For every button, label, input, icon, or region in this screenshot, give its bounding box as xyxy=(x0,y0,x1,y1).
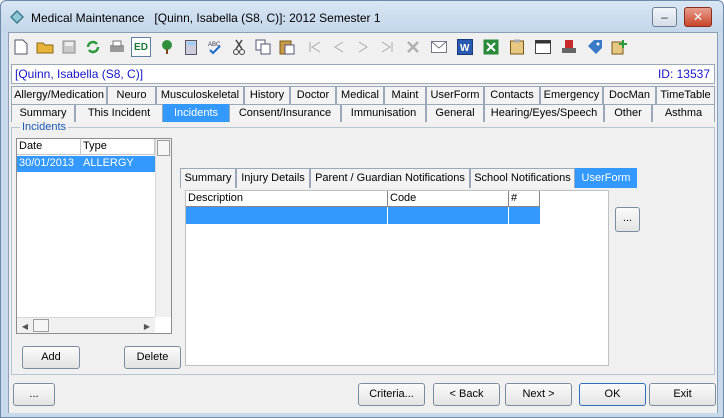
paste-icon[interactable] xyxy=(277,37,297,57)
table-row-date[interactable]: 30/01/2013 xyxy=(17,156,81,172)
list-horizontal-scroll-thumb[interactable] xyxy=(33,319,49,332)
cut-icon[interactable] xyxy=(229,37,249,57)
criteria-button[interactable]: Criteria... xyxy=(358,383,425,406)
tab-userform[interactable]: UserForm xyxy=(426,86,484,104)
subtab-parent-guardian-notifications[interactable]: Parent / Guardian Notifications xyxy=(310,168,470,188)
incident-sub-tabs: Summary Injury Details Parent / Guardian… xyxy=(180,168,718,188)
delete-icon[interactable] xyxy=(403,37,423,57)
save-icon[interactable] xyxy=(59,37,79,57)
tab-doctor[interactable]: Doctor xyxy=(290,86,336,104)
ok-button[interactable]: OK xyxy=(579,383,646,406)
minimize-icon: ‒ xyxy=(661,10,668,24)
excel-icon[interactable] xyxy=(481,37,501,57)
close-icon: ✕ xyxy=(692,10,704,24)
stamp-icon[interactable] xyxy=(559,37,579,57)
app-diamond-icon xyxy=(10,10,24,24)
tab-summary[interactable]: Summary xyxy=(11,104,75,122)
column-header-type[interactable]: Type xyxy=(81,139,155,155)
open-icon[interactable] xyxy=(35,37,55,57)
previous-record-icon[interactable] xyxy=(329,37,349,57)
list-horizontal-scrollbar[interactable]: ◀ ▶ xyxy=(17,317,155,333)
column-header-description[interactable]: Description xyxy=(186,191,388,207)
next-record-icon[interactable] xyxy=(353,37,373,57)
medical-maintenance-window: Medical Maintenance [Quinn, Isabella (S8… xyxy=(0,0,724,418)
column-header-code[interactable]: Code xyxy=(388,191,509,207)
incidents-group-label: Incidents xyxy=(20,121,69,133)
svg-text:W: W xyxy=(460,43,470,54)
window-title: Medical Maintenance [Quinn, Isabella (S8… xyxy=(31,11,381,25)
userform-grid[interactable]: Description Code # xyxy=(185,190,609,366)
close-button[interactable]: ✕ xyxy=(684,7,712,27)
title-bar[interactable]: Medical Maintenance [Quinn, Isabella (S8… xyxy=(1,1,723,32)
tab-timetable[interactable]: TimeTable xyxy=(656,86,715,104)
patient-name: [Quinn, Isabella (S8, C)] xyxy=(15,67,144,81)
print-icon[interactable] xyxy=(107,37,127,57)
scroll-left-icon[interactable]: ◀ xyxy=(18,319,32,333)
clipboard-icon[interactable] xyxy=(507,37,527,57)
tab-medical[interactable]: Medical xyxy=(336,86,384,104)
list-vertical-scrollbar[interactable] xyxy=(155,139,171,317)
tab-asthma[interactable]: Asthma xyxy=(652,104,715,122)
subtab-injury-details[interactable]: Injury Details xyxy=(236,168,310,188)
tab-contacts[interactable]: Contacts xyxy=(484,86,540,104)
tab-other[interactable]: Other xyxy=(604,104,652,122)
table-row-description[interactable] xyxy=(186,207,388,224)
exit-button[interactable]: Exit xyxy=(649,383,716,406)
add-note-icon[interactable] xyxy=(609,37,629,57)
tab-emergency[interactable]: Emergency xyxy=(540,86,603,104)
tab-maint[interactable]: Maint xyxy=(384,86,426,104)
tag-icon[interactable] xyxy=(585,37,605,57)
tab-consent-insurance[interactable]: Consent/Insurance xyxy=(229,104,341,122)
tab-hearing-eyes-speech[interactable]: Hearing/Eyes/Speech xyxy=(484,104,604,122)
new-icon[interactable] xyxy=(11,37,31,57)
table-row-number[interactable] xyxy=(509,207,540,224)
tree-icon[interactable] xyxy=(157,37,177,57)
tab-allergy-medication[interactable]: Allergy/Medication xyxy=(11,86,107,104)
bottom-button-bar: ... Criteria... < Back Next > OK Exit xyxy=(9,377,717,413)
column-header-date[interactable]: Date xyxy=(17,139,81,155)
copy-icon[interactable] xyxy=(253,37,273,57)
tab-this-incident[interactable]: This Incident xyxy=(75,104,163,122)
add-incident-button[interactable]: Add xyxy=(22,346,80,369)
list-vertical-scroll-thumb[interactable] xyxy=(157,140,170,156)
toolbar: ED ABC W xyxy=(9,33,717,61)
word-icon[interactable]: W xyxy=(455,37,475,57)
tab-docman[interactable]: DocMan xyxy=(603,86,656,104)
email-icon[interactable] xyxy=(429,37,449,57)
patient-id: ID: 13537 xyxy=(657,67,710,81)
calendar-icon[interactable] xyxy=(533,37,553,57)
table-row-code[interactable] xyxy=(388,207,509,224)
table-row-type[interactable]: ALLERGY xyxy=(81,156,155,172)
tab-incidents[interactable]: Incidents xyxy=(163,104,229,122)
userform-more-button[interactable]: ... xyxy=(615,207,640,232)
ed-label: ED xyxy=(134,41,148,53)
tab-general[interactable]: General xyxy=(426,104,484,122)
subtab-summary[interactable]: Summary xyxy=(180,168,236,188)
delete-incident-button[interactable]: Delete xyxy=(124,346,181,369)
incidents-list[interactable]: Date Type 30/01/2013 ALLERGY ◀ ▶ xyxy=(16,138,172,334)
client-area: ED ABC W [Quinn, Isabella (S8, C)] ID: 1… xyxy=(8,32,718,413)
last-record-icon[interactable] xyxy=(377,37,397,57)
more-options-button[interactable]: ... xyxy=(13,383,55,406)
tab-musculoskeletal[interactable]: Musculoskeletal xyxy=(156,86,244,104)
incidents-group: Incidents Date Type 30/01/2013 ALLERGY ◀… xyxy=(11,121,718,375)
patient-bar: [Quinn, Isabella (S8, C)] ID: 13537 xyxy=(11,64,715,84)
back-button[interactable]: < Back xyxy=(433,383,500,406)
tab-immunisation[interactable]: Immunisation xyxy=(341,104,426,122)
spellcheck-icon[interactable]: ABC xyxy=(205,37,225,57)
tab-history[interactable]: History xyxy=(244,86,290,104)
calculator-icon[interactable] xyxy=(181,37,201,57)
scroll-right-icon[interactable]: ▶ xyxy=(140,319,154,333)
ed-icon[interactable]: ED xyxy=(131,37,151,57)
column-header-number[interactable]: # xyxy=(509,191,540,207)
subtab-userform[interactable]: UserForm xyxy=(575,168,637,188)
tab-neuro[interactable]: Neuro xyxy=(107,86,156,104)
refresh-icon[interactable] xyxy=(83,37,103,57)
first-record-icon[interactable] xyxy=(305,37,325,57)
next-button[interactable]: Next > xyxy=(505,383,572,406)
subtab-school-notifications[interactable]: School Notifications xyxy=(470,168,575,188)
minimize-button[interactable]: ‒ xyxy=(652,7,677,27)
